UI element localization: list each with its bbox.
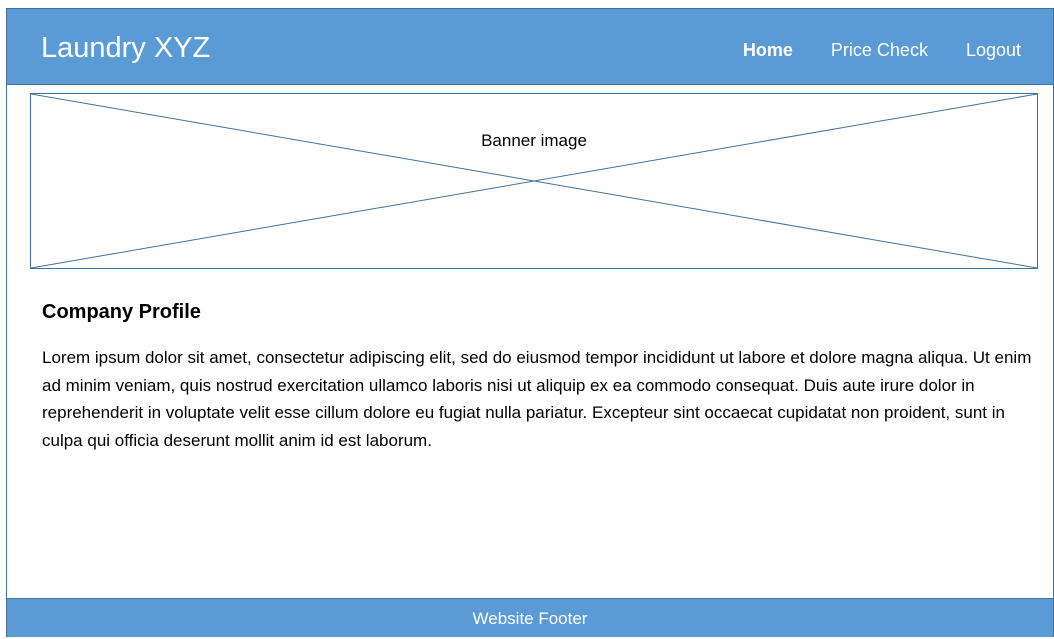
brand-title[interactable]: Laundry XYZ [41,31,210,65]
page-frame: Laundry XYZ Home Price Check Logout Bann… [6,8,1054,637]
banner-placeholder-cross-icon [31,94,1037,268]
footer-label: Website Footer [472,609,588,628]
nav-logout-link[interactable]: Logout [966,39,1021,61]
nav-price-check-link[interactable]: Price Check [831,39,928,61]
site-footer: Website Footer [7,598,1053,637]
nav-home-link[interactable]: Home [743,39,793,61]
banner-label: Banner image [481,131,587,150]
company-profile-text: Lorem ipsum dolor sit amet, consectetur … [42,348,1032,450]
main-nav: Home Price Check Logout [743,39,1021,61]
site-header: Laundry XYZ Home Price Check Logout [7,9,1053,85]
company-profile-heading: Company Profile [42,301,201,323]
banner-image-placeholder: Banner image [30,93,1038,269]
